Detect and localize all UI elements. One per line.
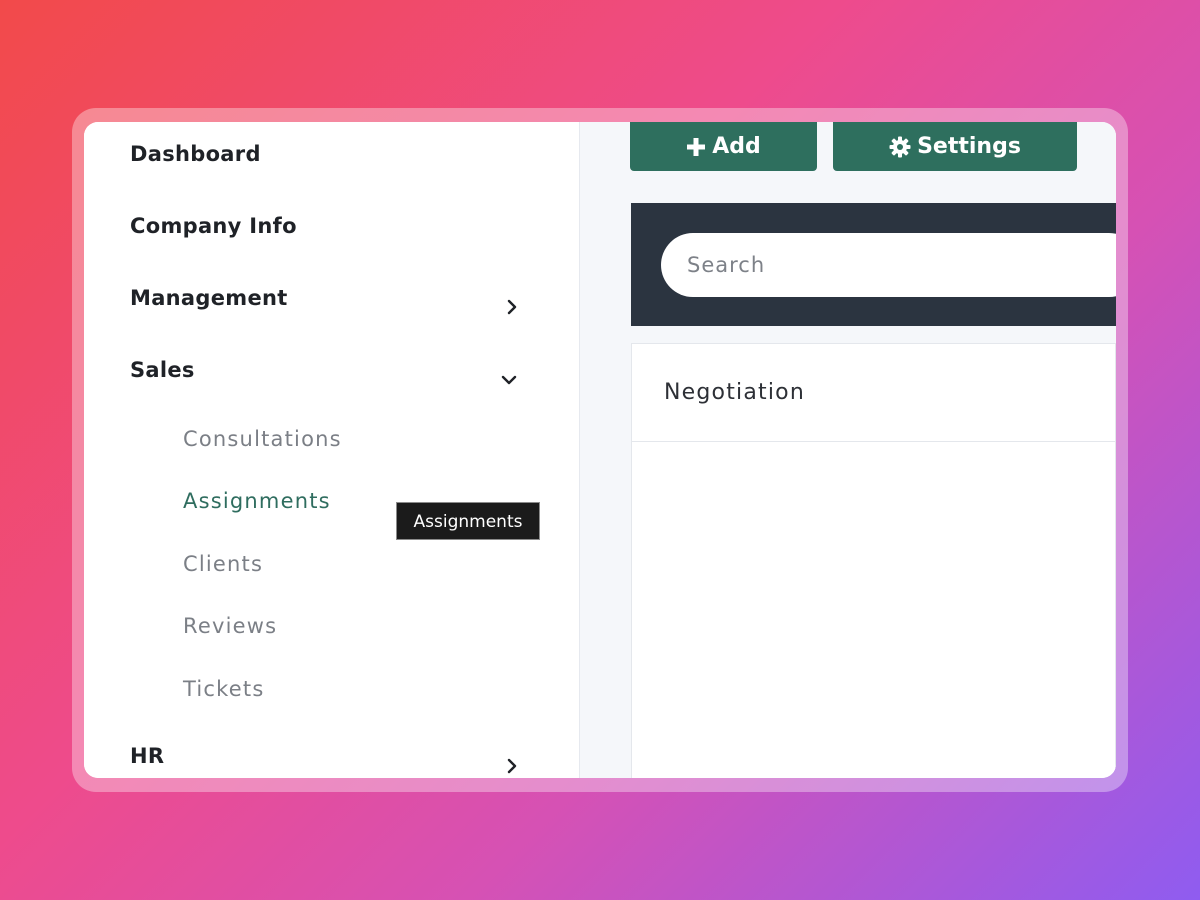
sidebar-item-company-info[interactable]: Company Info bbox=[130, 214, 297, 238]
main-content: Add Settings Search Negotiation bbox=[580, 122, 1116, 778]
sidebar-subitem-consultations[interactable]: Consultations bbox=[183, 427, 342, 451]
sidebar: Dashboard Company Info Management Sales … bbox=[84, 122, 580, 778]
app-window: Dashboard Company Info Management Sales … bbox=[84, 122, 1116, 778]
chevron-down-icon[interactable] bbox=[501, 372, 517, 388]
panel-title: Negotiation bbox=[632, 344, 1115, 442]
sidebar-item-hr[interactable]: HR bbox=[130, 744, 164, 768]
gear-icon bbox=[889, 136, 911, 157]
settings-button[interactable]: Settings bbox=[833, 122, 1077, 171]
sidebar-subitem-reviews[interactable]: Reviews bbox=[183, 614, 277, 638]
chevron-right-icon[interactable] bbox=[504, 758, 520, 774]
sidebar-item-dashboard[interactable]: Dashboard bbox=[130, 142, 261, 166]
search-bar bbox=[631, 203, 1116, 326]
sidebar-item-sales[interactable]: Sales bbox=[130, 358, 195, 382]
search-input[interactable] bbox=[661, 233, 1116, 297]
sidebar-subitem-tickets[interactable]: Tickets bbox=[183, 677, 264, 701]
settings-button-label: Settings bbox=[917, 134, 1021, 159]
sidebar-subitem-clients[interactable]: Clients bbox=[183, 552, 263, 576]
sidebar-item-management[interactable]: Management bbox=[130, 286, 288, 310]
tooltip: Assignments bbox=[396, 502, 540, 540]
sidebar-subitem-assignments[interactable]: Assignments bbox=[183, 489, 331, 513]
chevron-right-icon[interactable] bbox=[504, 299, 520, 315]
negotiation-panel: Negotiation bbox=[631, 343, 1116, 778]
add-button-label: Add bbox=[712, 134, 761, 159]
add-button[interactable]: Add bbox=[630, 122, 817, 171]
plus-icon bbox=[687, 137, 706, 156]
